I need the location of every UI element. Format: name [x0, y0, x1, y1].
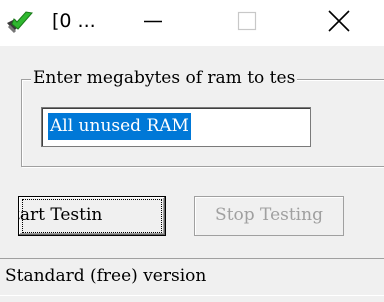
window-title: [0 ... — [52, 10, 96, 32]
stop-testing-button: Stop Testing — [194, 196, 344, 236]
title-bar[interactable]: [0 ... — [0, 0, 384, 46]
start-testing-button[interactable]: tart Testin — [18, 196, 166, 236]
start-testing-label: tart Testin — [18, 205, 103, 225]
memory-group-label: Enter megabytes of ram to tes — [31, 64, 298, 92]
status-text: Standard (free) version — [5, 266, 207, 286]
app-window: [0 ... Enter megabytes of ram to tes All… — [0, 0, 384, 302]
minimize-button[interactable] — [130, 0, 176, 46]
close-icon — [328, 9, 350, 37]
app-check-icon[interactable] — [6, 10, 34, 36]
close-button[interactable] — [316, 0, 362, 46]
minimize-icon — [143, 11, 163, 36]
ram-amount-value[interactable]: All unused RAM — [48, 113, 191, 140]
maximize-icon — [237, 11, 257, 36]
maximize-button — [224, 0, 270, 46]
